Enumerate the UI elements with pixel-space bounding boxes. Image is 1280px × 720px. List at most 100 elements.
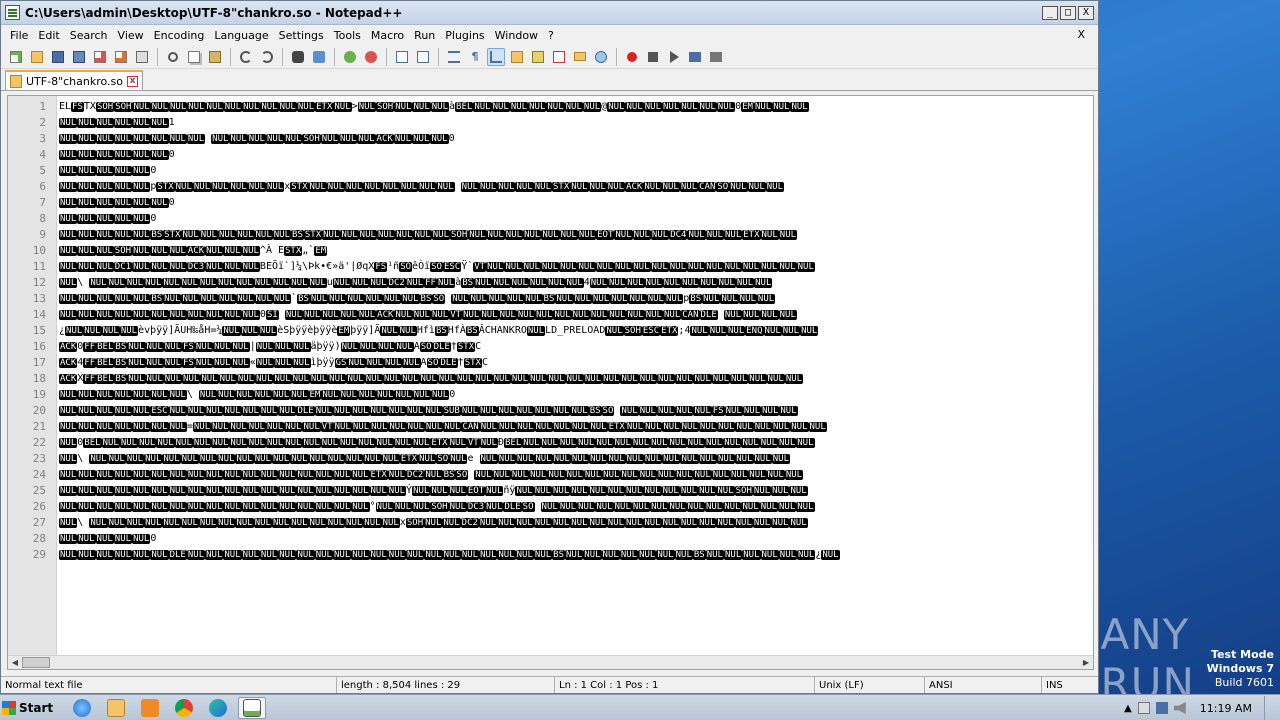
code-line[interactable]: NUL NUL NUL NUL NUL0 [59,163,1089,179]
taskbar-explorer[interactable] [102,697,130,719]
network-icon[interactable] [1155,702,1168,714]
tab-close-icon[interactable]: x [127,75,139,87]
maximize-button[interactable]: □ [1060,5,1076,20]
text-area[interactable]: ELFSTXSOH SOH NUL NUL NUL NUL NUL NUL NUL NUL NUL N… [59,96,1089,656]
code-line[interactable]: NUL NUL NUL NUL NUL NUL DLE NUL NUL NUL NUL NUL NUL N… [59,547,1089,563]
folder-workspace-button[interactable] [571,48,589,66]
cut-button[interactable] [164,48,182,66]
show-all-chars-button[interactable]: ¶ [466,48,484,66]
code-line[interactable]: NUL0BEL NUL NUL NUL NUL NUL NUL NUL NUL NUL NUL NUL… [59,435,1089,451]
tray-expand-icon[interactable]: ▲ [1124,703,1132,714]
menu-tools[interactable]: Tools [329,29,366,42]
copy-button[interactable] [185,48,203,66]
close-all-button[interactable] [112,48,130,66]
play-macro-button[interactable] [665,48,683,66]
close-file-button[interactable] [91,48,109,66]
tab-chankro[interactable]: UTF-8"chankro.so x [5,70,144,90]
code-line[interactable]: NUL NUL NUL NUL NUL NUL1 [59,115,1089,131]
undo-button[interactable] [237,48,255,66]
new-file-button[interactable] [7,48,25,66]
code-line[interactable]: NUL NUL NUL NUL NUL BS STX NUL NUL NUL NUL NUL NUL BS… [59,227,1089,243]
save-macro-button[interactable] [707,48,725,66]
scroll-left-icon[interactable]: ◀ [9,657,21,668]
code-line[interactable]: NUL NUL NUL NUL NUL NUL NUL NUL NUL NUL NUL NUL NUL N… [59,467,1089,483]
horizontal-scrollbar[interactable]: ◀ ▶ [8,655,1093,669]
clock[interactable]: 11:19 AM [1200,702,1252,715]
status-insert-mode[interactable]: INS [1042,677,1096,693]
code-line[interactable]: NUL NUL NUL NUL NUL NUL0 [59,195,1089,211]
taskbar-ie[interactable] [68,697,96,719]
code-line[interactable]: ACK4FF BEL BS NUL NUL NUL FS NUL NUL NUL«NUL NUL NU… [59,355,1089,371]
taskbar-media-player[interactable] [136,697,164,719]
code-line[interactable]: NUL NUL NUL NUL NUL NUL NUL NUL NUL NUL NUL NUL NUL N… [59,499,1089,515]
menu-help[interactable]: ? [543,29,559,42]
code-line[interactable]: ACKXFF BEL BS NUL NUL NUL NUL NUL NUL NUL NUL NUL NU… [59,371,1089,387]
code-line[interactable]: NUL NUL NUL NUL NUL ESC NUL NUL NUL NUL NUL NUL NUL D… [59,403,1089,419]
editor-pane[interactable]: 1 2 3 4 5 6 7 8 9 10 11 12 13 14 15 16 17 18 19 20 21 22 23 24 2… [7,95,1094,670]
word-wrap-button[interactable] [445,48,463,66]
zoom-out-button[interactable] [362,48,380,66]
save-all-button[interactable] [70,48,88,66]
monitoring-button[interactable] [592,48,610,66]
code-line[interactable]: NUL NUL NUL NUL NUL0 [59,211,1089,227]
indent-guide-button[interactable] [487,47,505,66]
function-list-button[interactable] [550,48,568,66]
zoom-in-button[interactable] [341,48,359,66]
udl-button[interactable] [508,48,526,66]
menu-language[interactable]: Language [209,29,273,42]
show-desktop-button[interactable] [1264,696,1274,720]
stop-macro-button[interactable] [644,48,662,66]
close-button[interactable]: X [1078,5,1094,20]
taskbar-notepadpp[interactable] [238,696,266,719]
code-line[interactable]: NUL NUL NUL NUL NUL NUL0 [59,147,1089,163]
status-eol[interactable]: Unix (LF) [815,677,925,693]
menu-settings[interactable]: Settings [274,29,329,42]
code-line[interactable]: NUL NUL NUL NUL NULpSTX NUL NUL NUL NUL NUL NULxST… [59,179,1089,195]
flag-icon[interactable] [1137,702,1150,714]
scroll-thumb[interactable] [22,657,50,668]
menu-edit[interactable]: Edit [33,29,64,42]
redo-button[interactable] [258,48,276,66]
scroll-right-icon[interactable]: ▶ [1080,657,1092,668]
start-button[interactable]: Start [2,697,54,719]
title-bar[interactable]: C:\Users\admin\Desktop\UTF-8"chankro.so … [1,1,1098,25]
code-line[interactable]: NUL NUL NUL DC1 NUL NUL NUL DC3 NUL NUL NULBEÕï`]¼… [59,259,1089,275]
volume-icon[interactable] [1173,702,1186,714]
replace-button[interactable] [310,48,328,66]
sync-horizontal-button[interactable] [414,48,432,66]
menu-view[interactable]: View [113,29,149,42]
print-button[interactable] [133,48,151,66]
code-line[interactable]: ACK0FF BEL BS NUL NUL NUL FS NUL NUL NUL|NUL NUL NU… [59,339,1089,355]
code-line[interactable]: ¿NUL NUL NUL NULèvþÿÿ]ÃUH‰åH=¼NUL NUL NULèSþÿ… [59,323,1089,339]
doc-map-button[interactable] [529,48,547,66]
code-line[interactable]: NUL\ NUL NUL NUL NUL NUL NUL NUL NUL NUL NUL NUL NU… [59,451,1089,467]
code-line[interactable]: NUL\ NUL NUL NUL NUL NUL NUL NUL NUL NUL NUL NUL NU… [59,515,1089,531]
menu-file[interactable]: File [5,29,33,42]
code-line[interactable]: NUL NUL NUL NUL NUL BS NUL NUL NUL NUL NUL NUL NUL`B… [59,291,1089,307]
code-line[interactable]: NUL NUL NUL NUL NUL NUL NUL NUL NUL NUL NUL NUL NUL N… [59,483,1089,499]
menu-run[interactable]: Run [409,29,440,42]
open-file-button[interactable] [28,48,46,66]
run-macro-multiple-button[interactable] [686,48,704,66]
status-encoding[interactable]: ANSI [925,677,1042,693]
code-line[interactable]: NUL\ NUL NUL NUL NUL NUL NUL NUL NUL NUL NUL NUL NU… [59,275,1089,291]
sync-vertical-button[interactable] [393,48,411,66]
code-line[interactable]: ELFSTXSOH SOH NUL NUL NUL NUL NUL NUL NUL NUL NUL N… [59,99,1089,115]
menu-macro[interactable]: Macro [366,29,409,42]
menu-plugins[interactable]: Plugins [440,29,489,42]
code-line[interactable]: NUL NUL NUL NUL NUL NUL NUL NUL NUL NUL NUL NUL NUL… [59,131,1089,147]
taskbar-edge[interactable] [204,697,232,719]
paste-button[interactable] [206,48,224,66]
taskbar-chrome[interactable] [170,697,198,719]
find-button[interactable] [289,48,307,66]
record-macro-button[interactable] [623,48,641,66]
code-line[interactable]: NUL NUL NUL NUL NUL NUL NUL NUL NUL NUL NUL0SI NUL… [59,307,1089,323]
code-line[interactable]: NUL NUL NUL NUL NUL NUL NUL=NUL NUL NUL NUL NUL NUL… [59,419,1089,435]
close-document-button[interactable]: X [1072,28,1090,41]
code-line[interactable]: NUL NUL NUL NUL NUL NUL NUL\ NUL NUL NUL NUL NUL NU… [59,387,1089,403]
code-line[interactable]: NUL NUL NUL SOH NUL NUL NUL ACK NUL NUL NUL^À ESTX… [59,243,1089,259]
save-button[interactable] [49,48,67,66]
menu-window[interactable]: Window [490,29,543,42]
minimize-button[interactable]: _ [1042,5,1058,20]
menu-search[interactable]: Search [65,29,113,42]
